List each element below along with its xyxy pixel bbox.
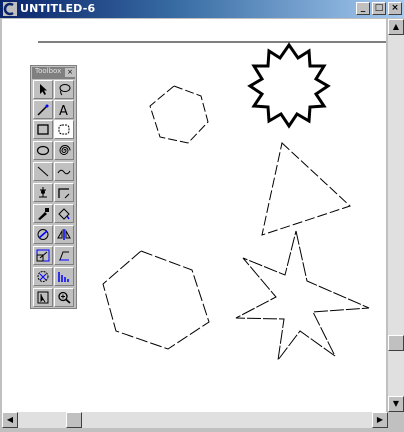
- blend-tool[interactable]: [54, 267, 74, 286]
- skew-tool-icon: [59, 251, 69, 261]
- rectangle-tool[interactable]: [33, 120, 53, 139]
- freehand-tool-icon: [57, 169, 71, 175]
- eyedropper-tool[interactable]: [33, 204, 53, 223]
- toolbox-title: Toolbox: [35, 67, 62, 75]
- line-tool-icon: [37, 166, 49, 177]
- maximize-button[interactable]: □: [372, 2, 386, 15]
- horizontal-scroll-thumb[interactable]: [66, 412, 82, 428]
- skew-tool[interactable]: [54, 246, 74, 265]
- scrollbar-corner: [388, 412, 404, 428]
- blend-tool-icon: [58, 272, 69, 282]
- scroll-down-arrow-icon[interactable]: ▼: [388, 396, 404, 412]
- page-tool-icon: [37, 291, 49, 304]
- minimize-button[interactable]: _: [356, 2, 370, 15]
- trace-tool-icon: [37, 271, 49, 282]
- scale-tool-icon: [36, 249, 50, 262]
- close-button[interactable]: ×: [388, 2, 402, 15]
- small-hexagon-shape: [149, 85, 209, 144]
- bezier-tool[interactable]: [33, 183, 53, 202]
- corner-tool[interactable]: [54, 183, 74, 202]
- title-bar[interactable]: UNTITLED-6 _ □ ×: [0, 0, 404, 18]
- freehand-tool[interactable]: [54, 162, 74, 181]
- text-tool[interactable]: A: [54, 100, 74, 119]
- paint-bucket-tool[interactable]: [54, 204, 74, 223]
- bezier-tool-icon: [39, 187, 47, 198]
- rotate-tool[interactable]: [33, 225, 53, 244]
- text-tool-icon: A: [59, 104, 68, 116]
- rectangle-tool-icon: [37, 124, 49, 135]
- rotate-tool-icon: [37, 229, 49, 240]
- pointer-tool[interactable]: [33, 80, 53, 99]
- paint-bucket-tool-icon: [58, 208, 70, 220]
- page-tool[interactable]: [33, 288, 53, 307]
- scroll-up-arrow-icon[interactable]: ▲: [388, 19, 404, 35]
- ellipse-tool[interactable]: [33, 141, 53, 160]
- toolbox-title-bar[interactable]: Toolbox ×: [32, 67, 75, 79]
- pen-tool-icon: [37, 104, 49, 116]
- lasso-tool-icon: [59, 84, 71, 96]
- app-icon[interactable]: [3, 2, 17, 16]
- drawing-window: UNTITLED-6 _ □ × Toolbox × A ▲ ▼ ◀ ▶: [0, 0, 404, 432]
- ellipse-tool-icon: [36, 145, 50, 156]
- rounded-rectangle-tool-icon: [58, 124, 70, 135]
- horizontal-scrollbar[interactable]: ◀ ▶: [2, 412, 388, 428]
- pen-tool[interactable]: [33, 100, 53, 119]
- svg-text:A: A: [59, 104, 68, 116]
- reflect-tool-icon: [57, 229, 71, 240]
- zoom-tool[interactable]: [54, 288, 74, 307]
- scroll-left-arrow-icon[interactable]: ◀: [2, 412, 18, 428]
- star-shape: [235, 230, 370, 361]
- corner-tool-icon: [58, 188, 70, 199]
- eyedropper-tool-icon: [38, 208, 49, 220]
- spiral-tool-icon: [59, 145, 71, 155]
- scale-tool[interactable]: [33, 246, 53, 265]
- window-title: UNTITLED-6: [20, 2, 96, 15]
- starburst-shape: [247, 42, 331, 129]
- vertical-scroll-thumb[interactable]: [388, 335, 404, 351]
- scroll-right-arrow-icon[interactable]: ▶: [372, 412, 388, 428]
- large-hexagon-shape: [102, 250, 210, 350]
- line-tool[interactable]: [33, 162, 53, 181]
- toolbox-palette[interactable]: Toolbox × A: [30, 65, 77, 309]
- toolbox-close-button[interactable]: ×: [65, 68, 75, 77]
- triangle-shape: [261, 142, 351, 236]
- trace-tool[interactable]: [33, 267, 53, 286]
- lasso-tool[interactable]: [54, 80, 74, 99]
- spiral-tool[interactable]: [54, 141, 74, 160]
- reflect-tool[interactable]: [54, 225, 74, 244]
- rounded-rectangle-tool[interactable]: [54, 120, 74, 139]
- vertical-scrollbar[interactable]: ▲ ▼: [388, 19, 404, 412]
- zoom-tool-icon: [58, 291, 71, 304]
- pointer-tool-icon: [40, 84, 47, 95]
